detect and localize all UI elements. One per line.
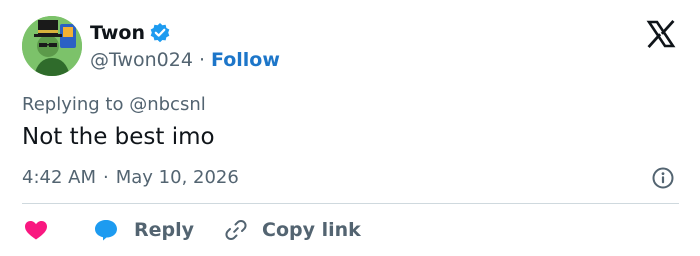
reply-context-prefix: Replying to [22, 94, 124, 115]
like-button[interactable] [22, 216, 50, 244]
copy-link-button[interactable]: Copy link [224, 218, 361, 242]
reply-button[interactable]: Reply [92, 216, 194, 244]
divider [22, 203, 679, 204]
post-text: Not the best imo [22, 124, 215, 150]
embedded-post-card: Twon @Twon024 · Follow Replying to @nbcs… [0, 0, 700, 256]
avatar[interactable] [22, 16, 82, 76]
reply-context: Replying to @nbcsnl [22, 94, 206, 115]
follow-button[interactable]: Follow [211, 49, 280, 71]
action-bar: Reply Copy link [22, 216, 361, 244]
post-timestamp[interactable]: 4:42 AM · May 10, 2026 [22, 167, 239, 188]
author-handle-row: @Twon024 · Follow [90, 49, 280, 71]
heart-icon [25, 221, 47, 240]
separator-dot: · [198, 49, 205, 71]
reply-label: Reply [134, 219, 195, 241]
separator-dot: · [103, 167, 109, 188]
verified-badge-icon [149, 22, 171, 44]
info-icon[interactable] [651, 166, 675, 190]
link-icon [225, 219, 247, 241]
speech-bubble-icon [95, 220, 117, 241]
copy-link-label: Copy link [262, 219, 361, 241]
author-name-row: Twon [90, 22, 171, 44]
avatar-image [22, 16, 82, 76]
author-display-name[interactable]: Twon [90, 22, 145, 44]
reply-context-mention[interactable]: @nbcsnl [129, 94, 206, 115]
author-handle[interactable]: @Twon024 [90, 49, 193, 71]
x-logo-icon[interactable] [646, 19, 676, 49]
post-time: 4:42 AM [22, 167, 96, 188]
post-date: May 10, 2026 [115, 167, 239, 188]
